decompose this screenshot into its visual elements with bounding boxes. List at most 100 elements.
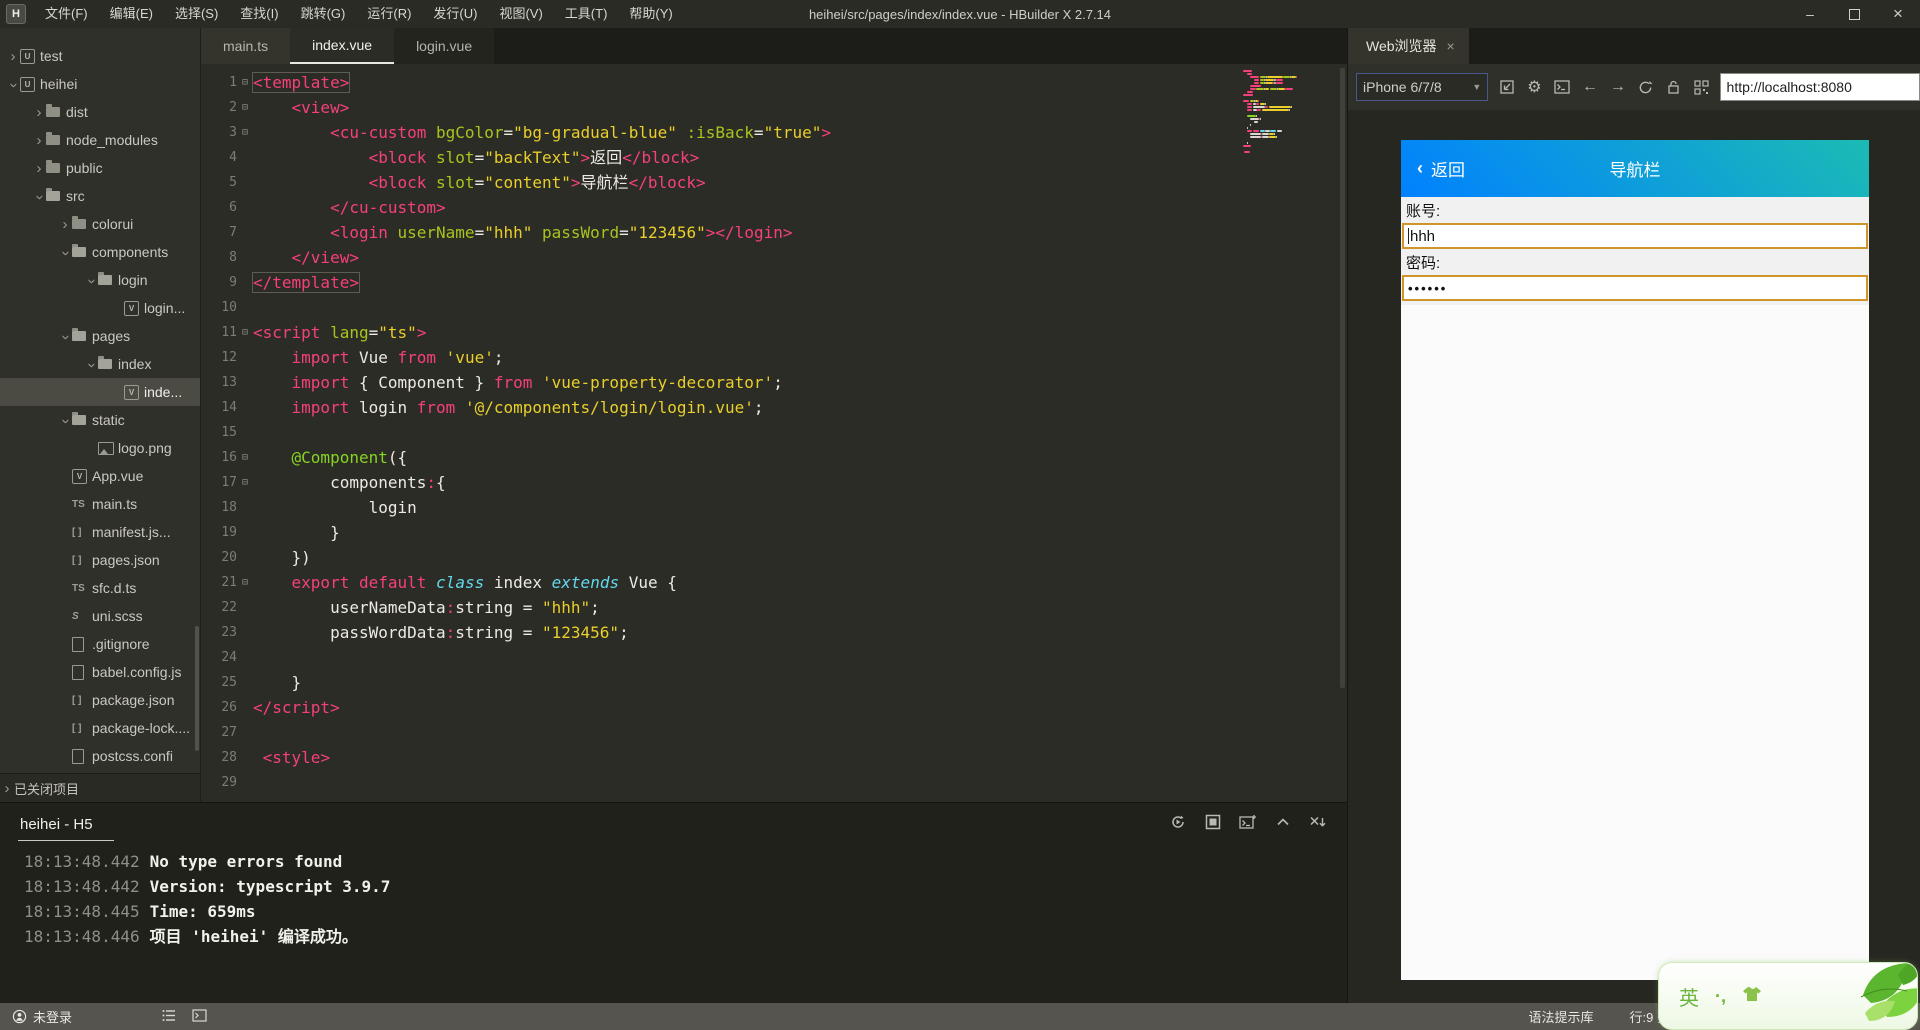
forward-icon[interactable]: →: [1608, 77, 1627, 97]
line-number: 4: [229, 150, 237, 165]
back-icon[interactable]: ←: [1581, 77, 1600, 97]
collapse-icon[interactable]: [1274, 813, 1292, 831]
qr-code-icon[interactable]: [1692, 77, 1711, 97]
restart-icon[interactable]: [1169, 813, 1187, 831]
tree-item-sfc-d-ts[interactable]: ›TSsfc.d.ts: [0, 574, 200, 602]
closed-projects-row[interactable]: › 已关闭项目: [0, 773, 200, 803]
menu-item-7[interactable]: 视图(V): [488, 0, 553, 28]
lock-icon[interactable]: [1664, 77, 1683, 97]
editor-tab-index-vue[interactable]: index.vue: [290, 28, 395, 64]
device-select[interactable]: iPhone 6/7/8 ▼: [1356, 73, 1489, 101]
menu-item-4[interactable]: 跳转(G): [290, 0, 357, 28]
outline-list-icon[interactable]: [162, 1009, 176, 1025]
editor-scrollbar[interactable]: [1340, 68, 1345, 688]
refresh-icon[interactable]: [1636, 77, 1655, 97]
tree-item-login[interactable]: › login: [0, 266, 200, 294]
chevron-collapsed-icon[interactable]: ›: [32, 104, 46, 121]
fold-marker-icon[interactable]: ⊟: [237, 70, 253, 95]
menu-item-2[interactable]: 选择(S): [164, 0, 229, 28]
chevron-collapsed-icon[interactable]: ›: [6, 48, 20, 65]
account-input[interactable]: hhh: [1402, 223, 1868, 249]
code-line-12: 12 import Vue from 'vue';: [201, 345, 1347, 370]
tree-item-postcss-confi[interactable]: ›postcss.confi: [0, 742, 200, 770]
close-button[interactable]: ×: [1876, 0, 1920, 28]
tree-item-src[interactable]: › src: [0, 182, 200, 210]
fold-marker-icon[interactable]: ⊟: [237, 120, 253, 145]
fold-marker-icon[interactable]: ⊟: [237, 445, 253, 470]
chevron-collapsed-icon[interactable]: ›: [58, 216, 72, 233]
responsive-size-icon[interactable]: [1497, 77, 1516, 97]
fold-marker-icon[interactable]: ⊟: [237, 470, 253, 495]
tree-item-node-modules[interactable]: › node_modules: [0, 126, 200, 154]
tree-item-uni-scss[interactable]: ›Suni.scss: [0, 602, 200, 630]
tree-item-main-ts[interactable]: ›TSmain.ts: [0, 490, 200, 518]
code-line-16: 16 ⊟ @Component({: [201, 445, 1347, 470]
chevron-collapsed-icon[interactable]: ›: [32, 160, 46, 177]
fold-marker-icon[interactable]: ⊟: [237, 95, 253, 120]
browser-toolbar: iPhone 6/7/8 ▼ ⚙ ← → http://localhost:80…: [1348, 64, 1920, 110]
input-method-popup[interactable]: 英 ·,: [1658, 962, 1918, 1030]
code-line-28: 28 <style>: [201, 745, 1347, 770]
minimap[interactable]: [1243, 70, 1331, 157]
device-select-value: iPhone 6/7/8: [1363, 79, 1442, 95]
code-editor[interactable]: 1 ⊟ <template> 2 ⊟ <view> 3 ⊟ <cu-custom bgCol…: [201, 64, 1347, 802]
tree-item-pages-json[interactable]: ›[ ]pages.json: [0, 546, 200, 574]
tree-item-label: test: [40, 48, 63, 64]
minimize-button[interactable]: –: [1788, 0, 1832, 28]
tree-item-components[interactable]: › components: [0, 238, 200, 266]
login-status[interactable]: 未登录: [0, 1007, 72, 1026]
console-tab[interactable]: heihei - H5: [18, 810, 114, 842]
tree-item-manifest-js-[interactable]: ›[ ]manifest.js...: [0, 518, 200, 546]
tree-item--gitignore[interactable]: ›.gitignore: [0, 630, 200, 658]
line-number: 5: [229, 175, 237, 190]
menu-item-5[interactable]: 运行(R): [356, 0, 422, 28]
clear-icon[interactable]: [1309, 813, 1327, 831]
editor-tab-login-vue[interactable]: login.vue: [394, 28, 495, 64]
tree-item-pages[interactable]: › pages: [0, 322, 200, 350]
sidebar-scrollbar[interactable]: [195, 626, 199, 751]
preview-back-button[interactable]: ‹ 返回: [1401, 156, 1465, 181]
browser-tab[interactable]: Web浏览器 ×: [1348, 28, 1469, 64]
menu-item-0[interactable]: 文件(F): [34, 0, 99, 28]
console-log: 18:13:48.442 No type errors found 18:13:48…: [0, 841, 1347, 949]
tree-item-inde-[interactable]: ›Vinde...: [0, 378, 200, 406]
fold-marker-icon[interactable]: ⊟: [237, 320, 253, 345]
chevron-collapsed-icon[interactable]: ›: [32, 132, 46, 149]
tree-item-package-json[interactable]: ›[ ]package.json: [0, 686, 200, 714]
syntax-lib-label[interactable]: 语法提示库: [1529, 1007, 1594, 1026]
code-editor-panel: main.ts index.vue login.vue 1 ⊟ <template> 2 ⊟…: [200, 28, 1347, 803]
menu-item-3[interactable]: 查找(I): [229, 0, 289, 28]
tree-item-static[interactable]: › static: [0, 406, 200, 434]
tree-item-colorui[interactable]: › colorui: [0, 210, 200, 238]
code-line-10: 10: [201, 295, 1347, 320]
line-number: 27: [221, 725, 237, 740]
terminal-icon[interactable]: [192, 1008, 207, 1025]
password-input[interactable]: ••••••: [1402, 275, 1868, 301]
menu-item-6[interactable]: 发行(U): [422, 0, 488, 28]
url-input[interactable]: http://localhost:8080: [1719, 73, 1920, 101]
fold-marker-icon[interactable]: ⊟: [237, 570, 253, 595]
menu-item-9[interactable]: 帮助(Y): [618, 0, 683, 28]
stop-icon[interactable]: [1204, 813, 1222, 831]
code-line-5: 5 <block slot="content">导航栏</block>: [201, 170, 1347, 195]
tree-item-public[interactable]: › public: [0, 154, 200, 182]
devtools-console-icon[interactable]: [1553, 77, 1572, 97]
tree-item-package-lock-[interactable]: ›[ ]package-lock....: [0, 714, 200, 742]
close-icon[interactable]: ×: [1447, 38, 1455, 54]
tree-item-logo-png[interactable]: ›logo.png: [0, 434, 200, 462]
settings-gear-icon[interactable]: ⚙: [1525, 77, 1544, 97]
line-number: 16: [221, 450, 237, 465]
menu-item-8[interactable]: 工具(T): [554, 0, 619, 28]
tree-item-dist[interactable]: › dist: [0, 98, 200, 126]
tree-item-test[interactable]: › Utest: [0, 42, 200, 70]
tree-item-app-vue[interactable]: ›VApp.vue: [0, 462, 200, 490]
menu-item-1[interactable]: 编辑(E): [99, 0, 164, 28]
chevron-expanded-icon[interactable]: ›: [5, 78, 22, 92]
tree-item-heihei[interactable]: › Uheihei: [0, 70, 200, 98]
tree-item-babel-config-js[interactable]: ›babel.config.js: [0, 658, 200, 686]
new-console-icon[interactable]: [1239, 813, 1257, 831]
tree-item-login-[interactable]: ›Vlogin...: [0, 294, 200, 322]
tree-item-index[interactable]: › index: [0, 350, 200, 378]
editor-tab-main-ts[interactable]: main.ts: [201, 28, 291, 64]
maximize-button[interactable]: [1832, 0, 1876, 28]
